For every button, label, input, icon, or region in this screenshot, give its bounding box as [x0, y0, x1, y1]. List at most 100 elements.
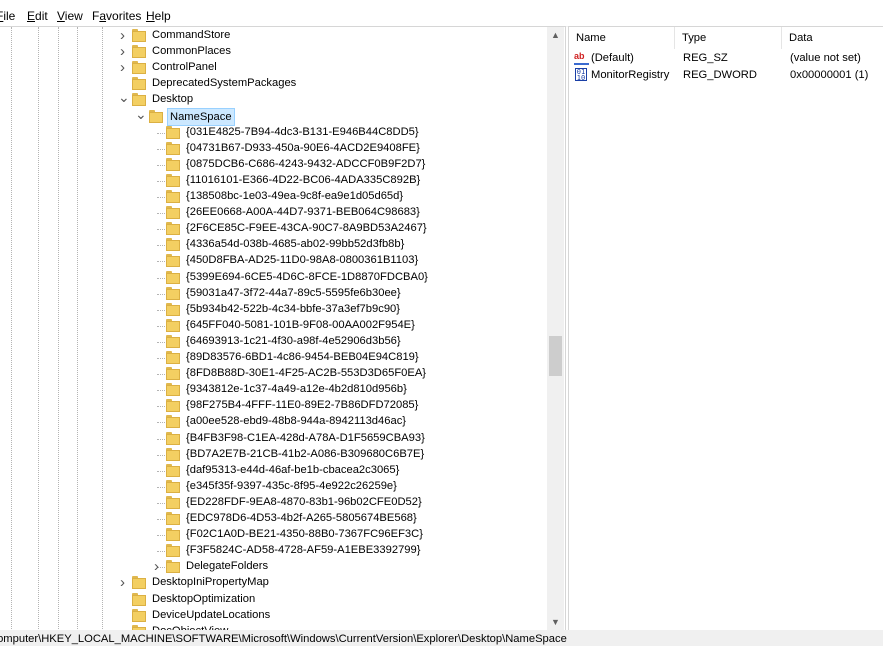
tree-item[interactable]: {59031a47-3f72-44a7-89c5-5595fe6b30ee}: [157, 286, 540, 302]
tree-item[interactable]: {BD7A2E7B-21CB-41b2-A086-B309680C6B7E}: [157, 447, 540, 463]
value-name-cell: MonitorRegistry: [591, 69, 670, 81]
chevron-down-icon[interactable]: ⌄: [118, 90, 130, 108]
menu-help[interactable]: Help: [146, 9, 171, 23]
tree-item-label: DelegateFolders: [186, 560, 269, 572]
folder-icon: [166, 319, 180, 332]
tree-item-label: {4336a54d-038b-4685-ab02-99bb52d3fb8b}: [186, 238, 405, 250]
tree-vertical-scrollbar[interactable]: ▲ ▼: [547, 27, 564, 631]
tree-item[interactable]: {450D8FBA-AD25-11D0-98A8-0800361B1103}: [157, 253, 540, 269]
registry-tree-pane[interactable]: › CommandStore › CommonPlaces › ControlPanel D…: [0, 26, 566, 632]
tree-guide-line: [157, 487, 165, 488]
folder-icon: [166, 271, 180, 284]
tree-item[interactable]: {F3F5824C-AD58-4728-AF59-A1EBE3392799}: [157, 543, 540, 559]
tree-guide-line: [157, 197, 165, 198]
tree-item-label: {89D83576-6BD1-4c86-9454-BEB04E94C819}: [186, 351, 419, 363]
tree-item[interactable]: {138508bc-1e03-49ea-9c8f-ea9e1d05d65d}: [157, 189, 540, 205]
tree-item-label: {5399E694-6CE5-4D6C-8FCE-1D8870FDCBA0}: [186, 271, 428, 283]
tree-item[interactable]: {89D83576-6BD1-4c86-9454-BEB04E94C819}: [157, 350, 540, 366]
tree-item[interactable]: {4336a54d-038b-4685-ab02-99bb52d3fb8b}: [157, 237, 540, 253]
tree-guide-line: [157, 519, 165, 520]
tree-item[interactable]: › ControlPanel: [120, 60, 540, 76]
tree-item[interactable]: {98F275B4-4FFF-11E0-89E2-7B86DFD72085}: [157, 398, 540, 414]
column-header-name[interactable]: Name: [569, 27, 675, 49]
menu-file[interactable]: File: [0, 9, 15, 23]
tree-item[interactable]: {031E4825-7B94-4dc3-B131-E946B44C8DD5}: [157, 125, 540, 141]
folder-icon: [132, 576, 146, 589]
tree-item-label: {F3F5824C-AD58-4728-AF59-A1EBE3392799}: [186, 544, 421, 556]
tree-item[interactable]: {645FF040-5081-101B-9F08-00AA002F954E}: [157, 318, 540, 334]
tree-item[interactable]: {26EE0668-A00A-44D7-9371-BEB064C98683}: [157, 205, 540, 221]
tree-item[interactable]: {ED228FDF-9EA8-4870-83b1-96b02CFE0D52}: [157, 495, 540, 511]
chevron-right-icon[interactable]: ›: [118, 60, 127, 76]
menu-view[interactable]: View: [57, 9, 83, 23]
tree-item-label: DeviceUpdateLocations: [152, 609, 271, 621]
tree-item[interactable]: DeviceUpdateLocations: [132, 608, 540, 624]
folder-icon: [166, 448, 180, 461]
tree-item[interactable]: {B4FB3F98-C1EA-428d-A78A-D1F5659CBA93}: [157, 431, 540, 447]
chevron-right-icon[interactable]: ›: [118, 44, 127, 60]
menu-edit[interactable]: Edit: [27, 9, 48, 23]
value-data-cell: 0x00000001 (1): [790, 69, 869, 81]
folder-icon: [166, 142, 180, 155]
values-list-pane[interactable]: Name Type Data ab (Default) REG_SZ (value n…: [568, 26, 883, 632]
tree-guide-line: [157, 326, 165, 327]
tree-guide-line: [157, 503, 165, 504]
chevron-right-icon[interactable]: ›: [118, 28, 127, 44]
tree-item-label: {138508bc-1e03-49ea-9c8f-ea9e1d05d65d}: [186, 190, 404, 202]
chevron-right-icon[interactable]: ›: [118, 575, 127, 591]
tree-item[interactable]: DesktopOptimization: [132, 592, 540, 608]
tree-item-label: {450D8FBA-AD25-11D0-98A8-0800361B1103}: [186, 254, 419, 266]
tree-item[interactable]: {64693913-1c21-4f30-a98f-4e52906d3b56}: [157, 334, 540, 350]
folder-icon: [166, 335, 180, 348]
tree-item[interactable]: ⌄ NameSpace: [135, 107, 540, 126]
tree-item[interactable]: {a00ee528-ebd9-48b8-944a-8942113d46ac}: [157, 414, 540, 430]
tree-item[interactable]: {F02C1A0D-BE21-4350-88B0-7367FC96EF3C}: [157, 527, 540, 543]
folder-icon: [166, 254, 180, 267]
folder-icon: [132, 609, 146, 622]
tree-item[interactable]: {e345f35f-9397-435c-8f95-4e922c26259e}: [157, 479, 540, 495]
tree-item[interactable]: {11016101-E366-4D22-BC06-4ADA335C892B}: [157, 173, 540, 189]
value-row[interactable]: ab (Default) REG_SZ (value not set): [569, 50, 883, 67]
tree-item[interactable]: {EDC978D6-4D53-4b2f-A265-5805674BE568}: [157, 511, 540, 527]
tree-item[interactable]: {2F6CE85C-F9EE-43CA-90C7-8A9BD53A2467}: [157, 221, 540, 237]
tree-item[interactable]: {0875DCB6-C686-4243-9432-ADCCF0B9F2D7}: [157, 157, 540, 173]
tree-item-label: Desktop: [152, 93, 194, 105]
tree-guide-line: [157, 133, 165, 134]
column-header-type[interactable]: Type: [675, 27, 782, 49]
value-row[interactable]: 01 10 MonitorRegistry REG_DWORD 0x00000001 (…: [569, 67, 883, 84]
tree-item[interactable]: {04731B67-D933-450a-90E6-4ACD2E9408FE}: [157, 141, 540, 157]
folder-icon: [166, 560, 180, 573]
tree-item[interactable]: {9343812e-1c37-4a49-a12e-4b2d810d956b}: [157, 382, 540, 398]
tree-item[interactable]: {5b934b42-522b-4c34-bbfe-37a3ef7b9c90}: [157, 302, 540, 318]
tree-item[interactable]: {8FD8B88D-30E1-4F25-AC2B-553D3D65F0EA}: [157, 366, 540, 382]
tree-item[interactable]: › DelegateFolders: [154, 559, 540, 575]
tree-item[interactable]: › CommandStore: [120, 28, 540, 44]
scroll-up-arrow-icon[interactable]: ▲: [547, 27, 564, 44]
tree-item[interactable]: ⌄ Desktop: [118, 90, 540, 108]
tree-guide-line: [157, 181, 165, 182]
tree-guide-line: [157, 149, 165, 150]
column-header-data[interactable]: Data: [782, 27, 883, 49]
chevron-down-icon[interactable]: ⌄: [135, 107, 147, 125]
folder-icon: [166, 383, 180, 396]
tree-item-label: {5b934b42-522b-4c34-bbfe-37a3ef7b9c90}: [186, 303, 400, 315]
tree-item[interactable]: {daf95313-e44d-46af-be1b-cbacea2c3065}: [157, 463, 540, 479]
tree-item[interactable]: DeprecatedSystemPackages: [132, 76, 540, 92]
tree-item-label: CommonPlaces: [152, 45, 231, 57]
chevron-right-icon[interactable]: ›: [152, 559, 161, 575]
tree-item-label: ControlPanel: [152, 61, 217, 73]
folder-icon: [166, 126, 180, 139]
tree-item[interactable]: {5399E694-6CE5-4D6C-8FCE-1D8870FDCBA0}: [157, 270, 540, 286]
tree-guide-line: [157, 165, 165, 166]
tree-item-label: {8FD8B88D-30E1-4F25-AC2B-553D3D65F0EA}: [186, 367, 427, 379]
folder-icon: [132, 45, 146, 58]
scrollbar-thumb[interactable]: [549, 336, 562, 376]
tree-item[interactable]: › CommonPlaces: [120, 44, 540, 60]
folder-icon: [166, 496, 180, 509]
scroll-down-arrow-icon[interactable]: ▼: [547, 614, 564, 631]
tree-guide-line: [157, 439, 165, 440]
tree-guide-line: [157, 278, 165, 279]
tree-item[interactable]: › DesktopIniPropertyMap: [120, 575, 540, 591]
tree-item-label: {645FF040-5081-101B-9F08-00AA002F954E}: [186, 319, 415, 331]
menu-favorites[interactable]: Favorites: [92, 9, 141, 23]
